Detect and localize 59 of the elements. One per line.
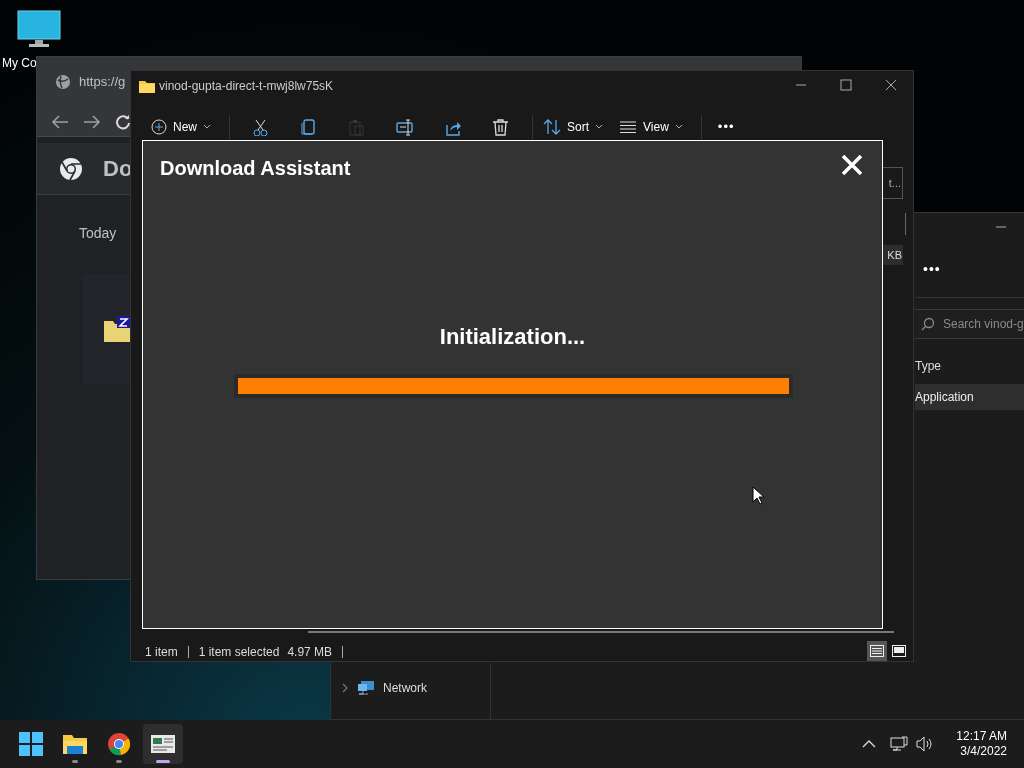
- sort-arrows-icon: [543, 119, 561, 135]
- windows-logo-icon: [19, 732, 43, 756]
- trash-icon: [491, 118, 509, 136]
- mouse-pointer-icon: [752, 486, 764, 505]
- search-icon: [921, 317, 935, 331]
- rename-icon: [395, 118, 413, 136]
- status-text: 1 item: [145, 644, 178, 661]
- search-placeholder: Search vinod-g: [943, 316, 1024, 333]
- close-icon[interactable]: [885, 79, 897, 91]
- scissors-icon: [251, 118, 269, 136]
- new-button[interactable]: New: [143, 112, 219, 142]
- chevron-right-icon[interactable]: [341, 683, 349, 693]
- column-header[interactable]: Type: [915, 357, 941, 375]
- maximize-icon[interactable]: [840, 79, 852, 91]
- search-field[interactable]: Search vinod-g: [915, 309, 1024, 339]
- network-icon: [357, 680, 375, 696]
- more-options-button[interactable]: •••: [711, 112, 741, 142]
- window-title: vinod-gupta-direct-t-mwj8lw75sK: [159, 78, 334, 95]
- file-row[interactable]: Application: [915, 384, 1024, 410]
- address-text[interactable]: https://g: [79, 72, 126, 92]
- desktop-icon-label[interactable]: My Co: [2, 54, 37, 72]
- status-message: Initialization...: [439, 323, 586, 351]
- chevron-down-icon: [203, 124, 211, 130]
- reload-icon[interactable]: [115, 113, 131, 130]
- volume-icon[interactable]: [916, 736, 935, 752]
- chrome-logo-icon: [107, 732, 131, 756]
- forward-arrow-icon[interactable]: [83, 113, 101, 130]
- plus-icon: [151, 119, 167, 135]
- clock[interactable]: 12:17 AM 3/4/2022: [956, 729, 1007, 759]
- network-icon[interactable]: [890, 736, 909, 752]
- installer-window-icon: [151, 732, 175, 756]
- globe-icon: [55, 74, 71, 90]
- clock-time: 12:17 AM: [956, 729, 1007, 744]
- taskbar-app-button[interactable]: [143, 724, 183, 764]
- tile-icon: [892, 645, 906, 657]
- details-view-button[interactable]: [867, 641, 887, 661]
- sort-button[interactable]: Sort: [535, 112, 612, 142]
- chevron-down-icon: [674, 124, 683, 130]
- list-lines-icon: [619, 121, 638, 133]
- clock-date: 3/4/2022: [960, 744, 1007, 759]
- chevron-up-icon[interactable]: [862, 740, 877, 748]
- list-lines-icon: [870, 645, 884, 657]
- clipboard-icon: [347, 118, 365, 136]
- copy-icon: [299, 118, 317, 136]
- zip-folder-icon: [103, 315, 131, 343]
- section-heading: Today: [79, 224, 117, 243]
- monitor-icon[interactable]: [17, 10, 61, 48]
- chrome-logo-icon: [59, 156, 83, 181]
- page-title: Do: [103, 155, 133, 183]
- back-arrow-icon[interactable]: [51, 113, 69, 130]
- status-text: 4.97 MB: [287, 644, 333, 661]
- folder-icon: [63, 732, 87, 756]
- dialog-title: Download Assistant: [160, 156, 351, 181]
- chevron-down-icon: [595, 124, 604, 130]
- nav-item[interactable]: Network: [383, 679, 427, 697]
- status-text: 1 item selected: [198, 644, 280, 661]
- more-options-button[interactable]: •••: [923, 259, 941, 280]
- view-button[interactable]: View: [611, 112, 691, 142]
- folder-icon: [139, 79, 155, 93]
